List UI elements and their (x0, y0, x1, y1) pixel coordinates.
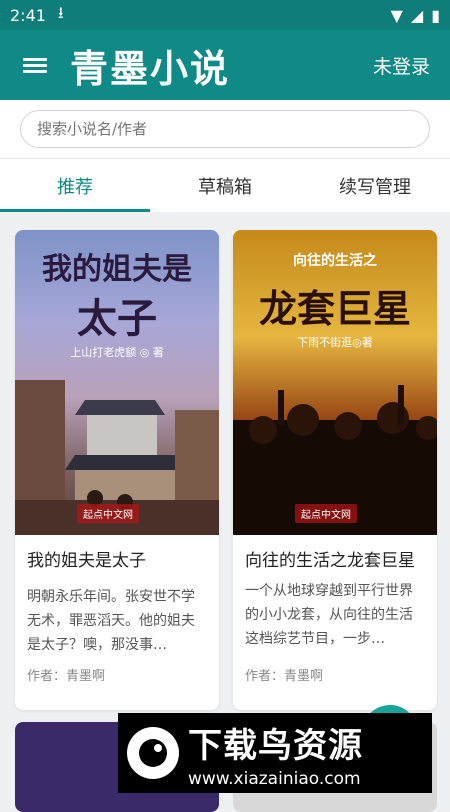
watermark-title: 下载鸟资源 (188, 725, 363, 766)
book-cover: 向往的生活之 龙套巨星 下雨不街逛◎著 起点中文网 (233, 230, 437, 535)
search-input[interactable] (20, 110, 430, 148)
menu-icon[interactable] (0, 30, 70, 100)
tab-bar: 推荐 草稿箱 续写管理 (0, 158, 450, 212)
book-title: 向往的生活之龙套巨星 (245, 551, 415, 571)
cover-author: 上山打老虎额 ◎ 著 (70, 346, 164, 359)
tab-recommend[interactable]: 推荐 (0, 159, 150, 212)
book-card[interactable]: 我的姐夫是 太子 上山打老虎额 ◎ 著 起点中文网 我的姐夫是太子 明朝永乐年间… (15, 230, 219, 710)
login-button[interactable]: 未登录 (373, 52, 430, 79)
tab-continue-manage[interactable]: 续写管理 (300, 159, 450, 212)
tab-drafts[interactable]: 草稿箱 (150, 159, 300, 212)
book-cover: 我的姐夫是 太子 上山打老虎额 ◎ 著 起点中文网 (15, 230, 219, 535)
app-bar: 青墨小说 未登录 (0, 30, 450, 100)
bird-logo-icon (118, 718, 188, 788)
app-title: 青墨小说 (70, 46, 231, 91)
book-description: 一个从地球穿越到平行世界的小小龙套，从向往的生活这档综艺节目，一步… (245, 583, 413, 647)
cover-title-line1: 我的姐夫是 (42, 252, 192, 287)
signal-icon: ◢ (410, 5, 424, 25)
download-icon: ⭳ (57, 2, 64, 22)
publisher-badge: 起点中文网 (77, 504, 139, 523)
watermark-url: www.xiazainiao.com (188, 768, 361, 789)
search-bar (0, 100, 450, 158)
cover-title: 龙套巨星 (258, 286, 411, 331)
publisher-badge: 起点中文网 (295, 504, 357, 523)
status-icons: ▼ ◢ ▮ (391, 6, 440, 25)
book-title: 我的姐夫是太子 (27, 551, 146, 571)
cover-author: 下雨不街逛◎著 (297, 336, 373, 349)
status-bar: 2:41 ⭳ ▼ ◢ ▮ (0, 0, 450, 30)
book-author: 作者：青墨啊 (245, 669, 324, 684)
wifi-icon: ▼ (390, 5, 403, 25)
cover-title-line2: 太子 (77, 295, 157, 342)
book-description: 明朝永乐年间。张安世不学无术，罪恶滔天。他的姐夫是太子？噢，那没事… (27, 589, 195, 653)
cover-series: 向往的生活之 (293, 253, 377, 269)
book-card[interactable]: 向往的生活之 龙套巨星 下雨不街逛◎著 起点中文网 向往的生活之龙套巨星 一个从… (233, 230, 437, 710)
battery-icon: ▮ (431, 5, 440, 25)
watermark: 下载鸟资源 www.xiazainiao.com (118, 713, 432, 793)
cover-illustration (233, 385, 437, 535)
status-time: 2:41 (10, 5, 46, 25)
book-author: 作者：青墨啊 (27, 669, 106, 684)
